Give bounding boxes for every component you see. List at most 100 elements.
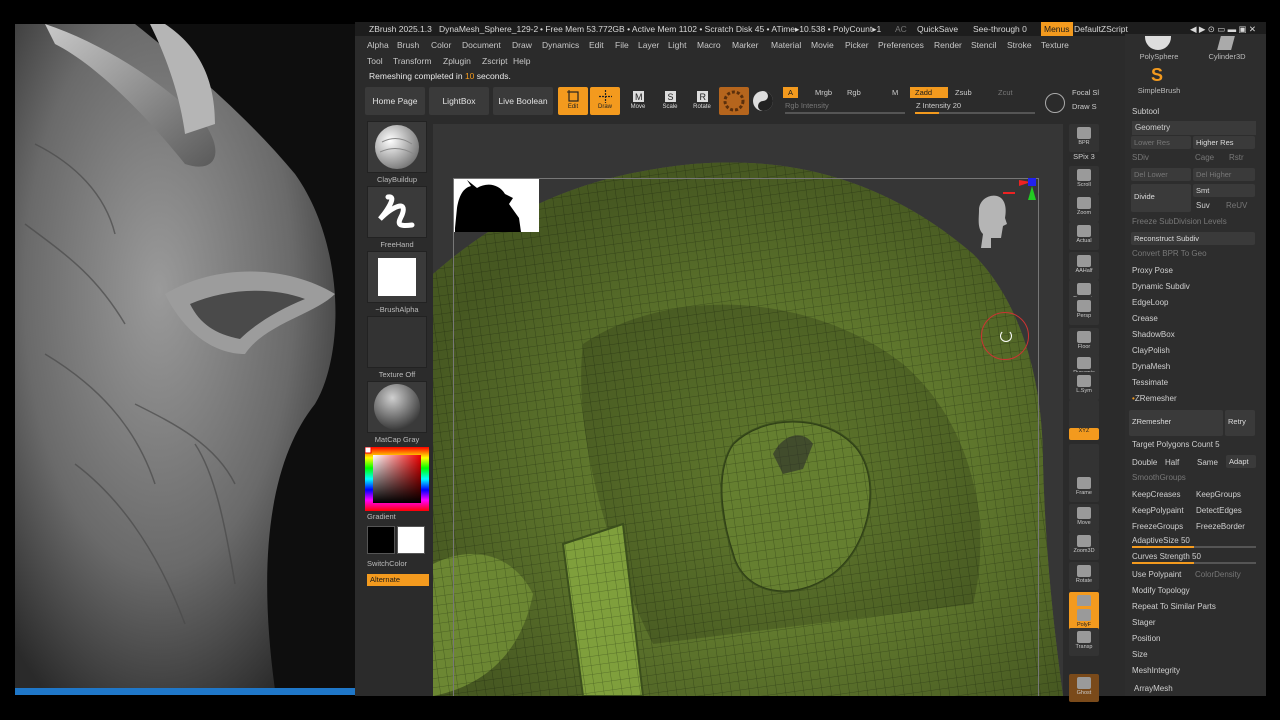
home-page-button[interactable]: Home Page	[365, 87, 425, 115]
shelf-rotate-button[interactable]: Rotate	[1069, 562, 1099, 590]
quicksave-button[interactable]: QuickSave	[917, 24, 958, 34]
axis-gizmo-icon[interactable]	[1001, 178, 1041, 218]
shelf-xyz-button[interactable]: XYZ	[1069, 428, 1099, 440]
move-mode-button[interactable]: M Move	[623, 87, 653, 115]
curves-strength-slider[interactable]: Curves Strength 50	[1132, 552, 1201, 561]
yin-yang-icon[interactable]	[753, 91, 773, 111]
z-intensity-slider[interactable]: Z Intensity 20	[916, 101, 961, 110]
keepcreases-toggle[interactable]: KeepCreases	[1132, 490, 1180, 499]
alternate-button[interactable]: Alternate	[367, 574, 429, 586]
edit-mode-button[interactable]: Edit	[558, 87, 588, 115]
menu-edit[interactable]: Edit	[589, 40, 604, 50]
zcut-toggle[interactable]: Zcut	[998, 88, 1013, 97]
rgb-intensity-slider[interactable]: Rgb Intensity	[785, 101, 829, 110]
live-boolean-button[interactable]: Live Boolean	[493, 87, 553, 115]
adapt-toggle[interactable]: Adapt	[1226, 455, 1256, 468]
lower-res-button[interactable]: Lower Res	[1131, 136, 1191, 149]
zadd-toggle[interactable]: Zadd	[910, 87, 948, 98]
crease-button[interactable]: Crease	[1132, 314, 1158, 323]
same-button[interactable]: Same	[1197, 458, 1218, 467]
target-polygons-slider[interactable]: Target Polygons Count 5	[1132, 440, 1220, 449]
menu-preferences[interactable]: Preferences	[878, 40, 924, 50]
rotate-mode-button[interactable]: R Rotate	[687, 87, 717, 115]
claypolish-button[interactable]: ClayPolish	[1132, 346, 1170, 355]
cylinder3d-tool[interactable]: Cylinder3D	[1197, 34, 1257, 64]
higher-res-button[interactable]: Higher Res	[1193, 136, 1255, 149]
canvas-viewport[interactable]	[433, 124, 1063, 696]
size-button[interactable]: Size	[1132, 650, 1148, 659]
half-button[interactable]: Half	[1165, 458, 1179, 467]
shelf-actual-button[interactable]: Actual	[1069, 222, 1099, 250]
adaptivesize-slider[interactable]: AdaptiveSize 50	[1132, 536, 1190, 545]
dynamic-subdiv-button[interactable]: Dynamic Subdiv	[1132, 282, 1190, 291]
lightbox-button[interactable]: LightBox	[429, 87, 489, 115]
menu-layer[interactable]: Layer	[638, 40, 659, 50]
zremesher-header[interactable]: •ZRemesher	[1132, 394, 1177, 403]
position-button[interactable]: Position	[1132, 634, 1160, 643]
draw-size-slider[interactable]: Draw S	[1072, 102, 1097, 111]
menu-movie[interactable]: Movie	[811, 40, 834, 50]
meshintegrity-button[interactable]: MeshIntegrity	[1132, 666, 1180, 675]
modify-topology-button[interactable]: Modify Topology	[1132, 586, 1190, 595]
zsub-toggle[interactable]: Zsub	[955, 88, 972, 97]
freezeborder-toggle[interactable]: FreezeBorder	[1196, 522, 1245, 531]
tessimate-button[interactable]: Tessimate	[1132, 378, 1168, 387]
keeppolypaint-toggle[interactable]: KeepPolypaint	[1132, 506, 1184, 515]
reuv-toggle[interactable]: ReUV	[1226, 201, 1247, 210]
shelf-frame-button[interactable]: Frame	[1069, 474, 1099, 502]
menu-zscript[interactable]: Zscript	[482, 56, 508, 66]
freeze-subdiv-button[interactable]: Freeze SubDivision Levels	[1132, 217, 1227, 226]
reconstruct-subdiv-button[interactable]: Reconstruct Subdiv	[1131, 232, 1255, 245]
arraymesh-header[interactable]: ArrayMesh	[1134, 684, 1173, 693]
menus-toggle[interactable]: Menus	[1041, 22, 1073, 36]
repeat-to-similar-parts-button[interactable]: Repeat To Similar Parts	[1132, 602, 1216, 611]
smt-toggle[interactable]: Smt	[1193, 184, 1255, 197]
shelf-scroll-button[interactable]: Scroll	[1069, 166, 1099, 194]
scale-mode-button[interactable]: S Scale	[655, 87, 685, 115]
menu-marker[interactable]: Marker	[732, 40, 758, 50]
stager-button[interactable]: Stager	[1132, 618, 1156, 627]
del-lower-button[interactable]: Del Lower	[1131, 168, 1191, 181]
menu-tool[interactable]: Tool	[367, 56, 383, 66]
colordensity-slider[interactable]: ColorDensity	[1195, 570, 1241, 579]
shelf-spix-3-button[interactable]: SPix 3	[1069, 152, 1099, 164]
divide-button[interactable]: Divide	[1131, 184, 1191, 212]
convert-bpr-button[interactable]: Convert BPR To Geo	[1132, 249, 1207, 258]
rstr-button[interactable]: Rstr	[1229, 153, 1244, 162]
shelf-bpr-button[interactable]: BPR	[1069, 124, 1099, 152]
a-toggle[interactable]: A	[783, 87, 799, 98]
seethrough-slider[interactable]: See-through 0	[973, 24, 1027, 34]
menu-zplugin[interactable]: Zplugin	[443, 56, 471, 66]
cage-button[interactable]: Cage	[1195, 153, 1214, 162]
smoothgroups-slider[interactable]: SmoothGroups	[1132, 473, 1186, 482]
shelf-aahalf-button[interactable]: AAHalf	[1069, 252, 1099, 280]
menu-color[interactable]: Color	[431, 40, 451, 50]
brush-thumbnail[interactable]	[367, 121, 427, 173]
menu-dynamics[interactable]: Dynamics	[542, 40, 579, 50]
menu-texture[interactable]: Texture	[1041, 40, 1069, 50]
double-button[interactable]: Double	[1132, 458, 1157, 467]
proxy-pose-button[interactable]: Proxy Pose	[1132, 266, 1173, 275]
material-swatch[interactable]	[719, 87, 749, 115]
menu-transform[interactable]: Transform	[393, 56, 431, 66]
subtool-header[interactable]: Subtool	[1132, 107, 1159, 116]
shelf-transp-button[interactable]: Transp	[1069, 628, 1099, 656]
shelf-ghost-button[interactable]: Ghost	[1069, 674, 1099, 702]
color-picker[interactable]	[364, 446, 429, 511]
mrgb-toggle[interactable]: Mrgb	[815, 88, 832, 97]
texture-thumbnail[interactable]	[367, 316, 427, 368]
suv-toggle[interactable]: Suv	[1196, 201, 1210, 210]
menu-draw[interactable]: Draw	[512, 40, 532, 50]
menu-file[interactable]: File	[615, 40, 629, 50]
shadowbox-button[interactable]: ShadowBox	[1132, 330, 1175, 339]
menu-macro[interactable]: Macro	[697, 40, 721, 50]
zremesher-button[interactable]: ZRemesher	[1129, 410, 1223, 436]
shelf-l-sym-button[interactable]: L.Sym	[1069, 372, 1099, 400]
retry-button[interactable]: Retry	[1225, 410, 1255, 436]
simplebrush-tool[interactable]: S SimpleBrush	[1131, 66, 1187, 96]
primary-color-swatch[interactable]	[367, 526, 395, 554]
menu-alpha[interactable]: Alpha	[367, 40, 389, 50]
draw-mode-button[interactable]: Draw	[590, 87, 620, 115]
default-zscript-button[interactable]: DefaultZScript	[1074, 24, 1128, 34]
shelf-persp-button[interactable]: Persp	[1069, 297, 1099, 325]
